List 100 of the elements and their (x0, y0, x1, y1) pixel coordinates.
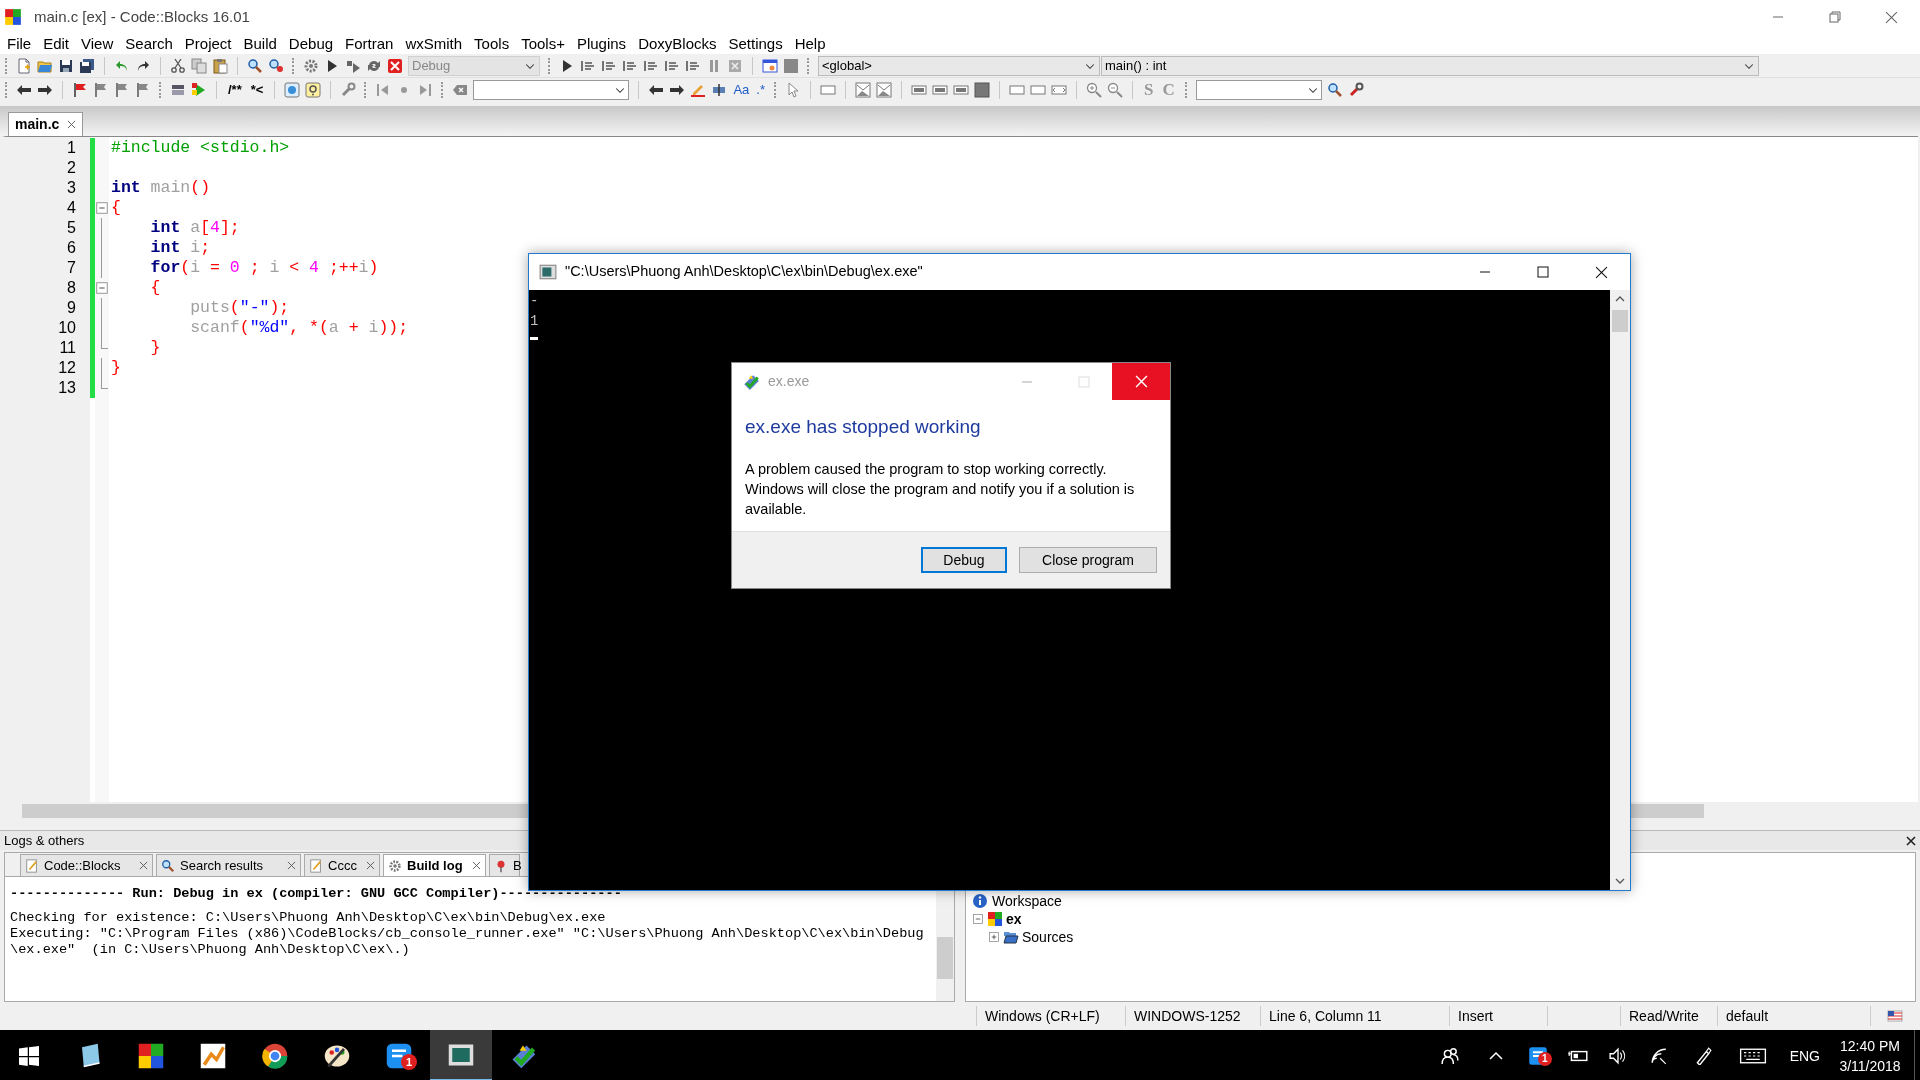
close-icon[interactable] (472, 861, 481, 870)
log-tab[interactable]: Search results (156, 854, 301, 876)
vertical-scrollbar[interactable] (1610, 290, 1630, 890)
log-tab[interactable]: B (489, 854, 520, 876)
forward-icon[interactable] (669, 82, 686, 98)
clock-date[interactable]: 3/11/2018 (1839, 1056, 1901, 1076)
scrollbar-thumb[interactable] (1612, 310, 1628, 332)
save-icon[interactable] (58, 57, 74, 74)
tag-icon[interactable] (452, 82, 469, 98)
tag-frame-icon[interactable] (1050, 82, 1067, 98)
menu-item[interactable]: DoxyBlocks (632, 32, 723, 56)
image-widget-icon[interactable] (875, 82, 892, 98)
bookmark-flag-icon[interactable] (72, 82, 88, 98)
collapse-icon[interactable] (972, 913, 984, 925)
fold-toggle-icon[interactable] (95, 281, 109, 295)
taskbar-app[interactable] (430, 1030, 492, 1080)
search-icon[interactable] (1326, 82, 1343, 98)
replace-icon[interactable] (268, 57, 284, 74)
menu-item[interactable]: View (75, 32, 120, 56)
tree-item[interactable]: Sources (1022, 926, 1074, 948)
editor-tab[interactable]: main.c (8, 112, 84, 136)
symbol-dropdown[interactable]: main() : int (1101, 55, 1759, 76)
notification-badge: 1 (401, 1054, 417, 1070)
gear-icon (388, 858, 402, 873)
expand-icon[interactable] (988, 931, 1000, 943)
dialog-button[interactable]: Debug (921, 547, 1007, 573)
list-widget-icon[interactable] (952, 82, 969, 98)
bookmark-icon[interactable] (135, 82, 151, 98)
dialog-button[interactable]: Close program (1019, 547, 1157, 573)
comment-button[interactable]: /** (226, 80, 244, 100)
help-icon[interactable] (305, 82, 322, 98)
menu-item[interactable]: Fortran (339, 32, 400, 56)
zoom-in-icon[interactable] (1085, 82, 1102, 98)
fold-toggle-icon[interactable] (95, 201, 109, 215)
copy-icon[interactable] (191, 57, 207, 74)
line-number: 4 (66, 198, 77, 218)
scope-dropdown[interactable]: <global> (818, 55, 1100, 76)
new-file-icon[interactable] (16, 57, 32, 74)
menu-item[interactable]: Search (119, 32, 179, 56)
search-option-button[interactable]: Aa (732, 80, 751, 100)
bookmark-icon[interactable] (114, 82, 130, 98)
menu-item[interactable]: Build (237, 32, 283, 56)
menu-item[interactable]: Debug (282, 32, 340, 56)
window-title: main.c [ex] - Code::Blocks 16.01 (34, 6, 250, 27)
forward-icon[interactable] (37, 82, 53, 98)
wifi-icon[interactable] (1649, 1047, 1668, 1065)
log-tab[interactable]: Build log (383, 854, 486, 876)
close-icon[interactable] (1906, 835, 1916, 846)
menu-item[interactable]: Plugins (570, 32, 633, 56)
code-line: puts("-"); (189, 298, 290, 318)
code-line: int a[4]; (149, 218, 240, 238)
list-widget-icon[interactable] (931, 82, 948, 98)
run-doc-icon[interactable] (191, 82, 207, 98)
cut-icon[interactable] (170, 57, 186, 74)
preview-icon[interactable] (284, 82, 301, 98)
search-option-button[interactable]: .* (755, 80, 766, 100)
menu-item[interactable]: wxSmith (399, 32, 469, 56)
image-widget-icon[interactable] (854, 82, 871, 98)
log-line: \ex.exe" (in C:\Users\Phuong Anh\Desktop\C\ex\.) (10, 942, 411, 958)
zoom-out-icon[interactable] (1106, 82, 1123, 98)
menu-item[interactable]: Tools+ (515, 32, 571, 56)
paste-icon[interactable] (212, 57, 228, 74)
menu-item[interactable]: Project (178, 32, 238, 56)
keyboard-icon[interactable] (1738, 1047, 1767, 1065)
next-icon[interactable] (417, 82, 434, 98)
close-icon[interactable] (67, 120, 77, 129)
menu-item[interactable]: Settings (722, 32, 789, 56)
bookmark-icon[interactable] (93, 82, 109, 98)
search-icon[interactable] (247, 57, 263, 74)
status-text: Read/Write (1629, 1006, 1699, 1026)
menu-item[interactable]: File (1, 32, 38, 56)
highlight-icon[interactable] (690, 82, 707, 98)
menu-item[interactable]: Help (788, 32, 832, 56)
volume-icon[interactable] (1608, 1047, 1627, 1065)
tool-icon[interactable] (1347, 82, 1364, 98)
log-line: Executing: "C:\Program Files (x86)\CodeBlocks/cb_console_runner.exe" "C:\Users\Phuong Anh\Desktop\C\ex\bin\Debug (10, 926, 925, 942)
save-all-icon[interactable] (79, 57, 95, 74)
list-widget-icon[interactable] (910, 82, 927, 98)
window-icon[interactable] (762, 57, 778, 74)
abort-icon[interactable] (387, 57, 403, 74)
language-indicator[interactable]: ENG (1779, 1045, 1830, 1067)
search-dropdown[interactable] (473, 80, 630, 100)
panel-widget-icon[interactable] (973, 82, 990, 98)
clock-time[interactable]: 12:40 PM (1840, 1036, 1900, 1056)
search-dropdown[interactable] (1195, 80, 1322, 100)
people-icon[interactable] (1440, 1047, 1459, 1065)
build-icon[interactable] (303, 57, 319, 74)
square-icon[interactable] (783, 57, 799, 74)
scroll-down-icon[interactable] (1615, 876, 1625, 886)
menu-item[interactable]: Tools (468, 32, 516, 56)
selection-icon[interactable] (711, 82, 728, 98)
log-tab[interactable]: Cccc (304, 854, 380, 876)
comment-button[interactable]: *< (248, 80, 266, 100)
taskbar-app[interactable]: 1 (368, 1030, 430, 1080)
scroll-up-icon[interactable] (1615, 294, 1625, 304)
log-tab[interactable]: Code::Blocks (20, 854, 153, 876)
panel-title: Logs & others (4, 831, 85, 850)
doc-icon[interactable] (170, 82, 186, 98)
wrench-icon[interactable] (340, 82, 357, 98)
menu-item[interactable]: Edit (37, 32, 76, 56)
